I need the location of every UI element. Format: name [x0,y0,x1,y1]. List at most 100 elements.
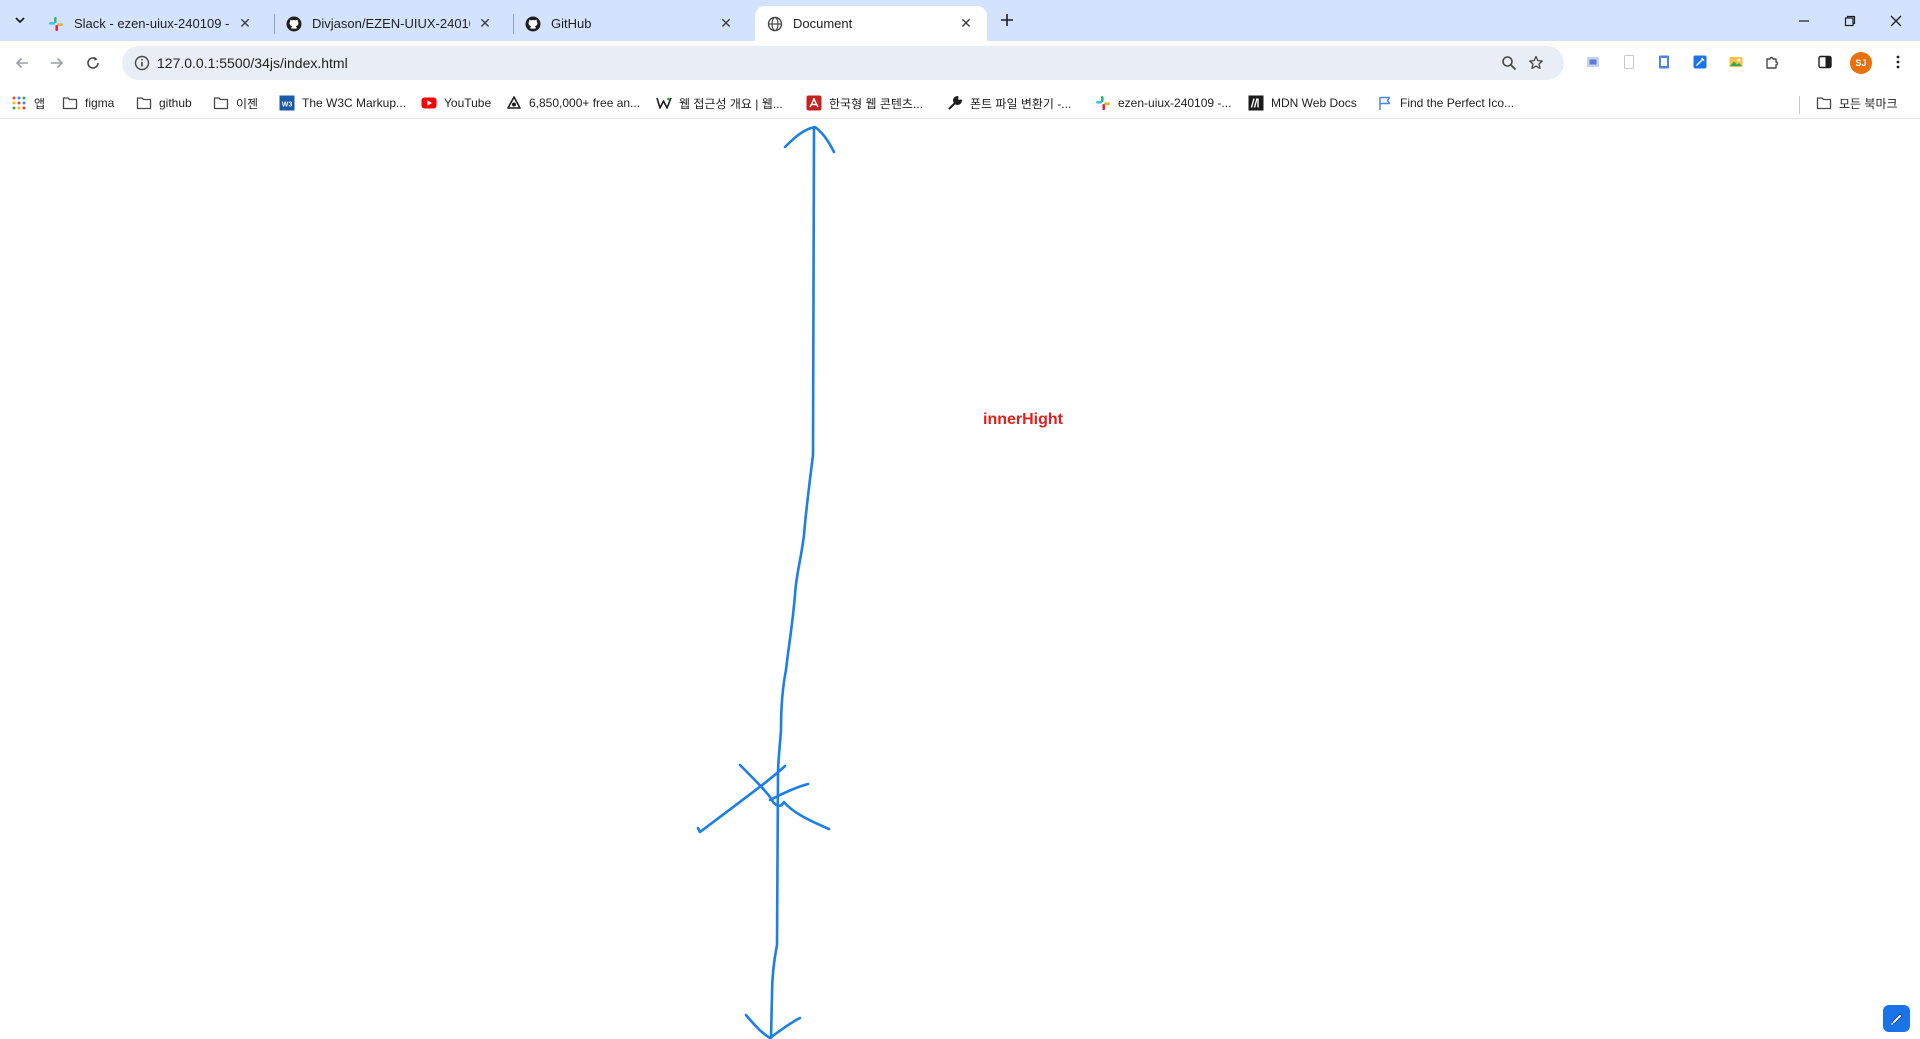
cross-mark-stroke-3 [768,782,810,802]
bookmark-label: The W3C Markup... [302,96,407,110]
vertical-line-lower [769,773,780,1039]
browser-toolbar: 127.0.0.1:5500/34js/index.html SJ [0,41,1920,86]
tab-title: Slack - ezen-uiux-240109 - Wi [74,16,230,31]
pen-icon [1890,1012,1903,1025]
top-arrowhead [783,125,836,154]
all-bookmarks-button[interactable]: 모든 북마크 [1816,92,1898,114]
bookmark-label: ezen-uiux-240109 -... [1118,96,1232,110]
search-icon [1502,56,1517,71]
bookmark-label: 앱 [34,96,46,111]
bookmark-label: figma [85,96,115,110]
tab-title: GitHub [551,16,592,31]
github-icon [525,16,541,32]
close-tab-icon[interactable]: ✕ [957,15,975,33]
minimize-button[interactable] [1781,0,1827,41]
tab-title: Document [793,16,853,31]
bookmark-label: 한국형 웹 콘텐츠... [829,96,923,111]
bookmark-free-icons[interactable]: 6,850,000+ free an... [506,92,640,114]
address-bar[interactable]: 127.0.0.1:5500/34js/index.html [122,46,1564,80]
arrow-right-icon [51,57,64,69]
bookmark-label: github [159,96,192,110]
cross-mark-stroke-1 [738,763,831,831]
extensions-puzzle-icon[interactable] [1762,52,1782,72]
bookmark-label: Find the Perfect Ico... [1400,96,1515,110]
extension-doc-icon[interactable] [1654,52,1674,72]
folder-icon [136,95,152,111]
bookmark-w3c[interactable]: W3 The W3C Markup... [279,92,406,114]
bookmark-label: MDN Web Docs [1271,96,1357,110]
forward-button[interactable] [45,51,69,75]
bookmarks-bar: 앱 figma github 이젠 W3 The W3C Markup... Y… [0,86,1920,119]
new-tab-button[interactable] [995,8,1019,32]
tab-github-repo[interactable]: Divjason/EZEN-UIUX-240109 ✕ [274,6,506,41]
ring-icon [506,95,522,111]
bookmark-label: 모든 북마크 [1839,96,1898,111]
close-tab-icon[interactable]: ✕ [476,15,494,33]
extension-colorpicker-icon[interactable] [1690,52,1710,72]
bookmark-label: 6,850,000+ free an... [529,96,641,110]
slack-icon [48,16,64,32]
bookmark-web-accessibility[interactable]: 웹 접근성 개요 | 웹... [656,92,783,114]
url-text[interactable]: 127.0.0.1:5500/34js/index.html [157,55,348,71]
bookmark-star-button[interactable] [1524,51,1548,75]
restore-icon [1844,15,1856,26]
tab-search-button[interactable] [8,8,32,32]
site-info-button[interactable] [130,51,154,75]
side-panel-icon[interactable] [1815,52,1835,72]
bookmark-label: 폰트 파일 변환기 -... [970,96,1072,111]
bookmark-folder-figma[interactable]: figma [62,92,114,114]
tab-strip: Slack - ezen-uiux-240109 - Wi ✕ Divjason… [0,0,1920,41]
wrench-icon [947,95,963,111]
pen-tool-button[interactable] [1883,1005,1910,1032]
extension-screen-icon[interactable] [1583,52,1603,72]
bookmark-slack-workspace[interactable]: ezen-uiux-240109 -... [1095,92,1231,114]
mdn-icon [1248,95,1264,111]
arrow-left-icon [15,57,28,69]
restore-button[interactable] [1827,0,1873,41]
bookmark-mdn[interactable]: MDN Web Docs [1248,92,1357,114]
tab-title: Divjason/EZEN-UIUX-240109 [312,16,470,31]
tab-document[interactable]: Document ✕ [755,6,987,41]
bookmark-korean-web-content[interactable]: 한국형 웹 콘텐츠... [806,92,923,114]
pen-annotation-drawing [696,125,836,1039]
close-window-button[interactable] [1873,0,1919,41]
apps-grid-icon [11,95,27,111]
close-icon [1890,15,1902,26]
bookmark-youtube[interactable]: YouTube [421,92,491,114]
extension-page-icon[interactable] [1619,52,1639,72]
back-button[interactable] [10,51,34,75]
reload-button[interactable] [81,51,105,75]
reload-icon [87,56,99,69]
folder-icon [62,95,78,111]
bookmark-label: 웹 접근성 개요 | 웹... [679,96,783,111]
folder-icon [213,95,229,111]
bookmark-folder-ezen[interactable]: 이젠 [213,92,258,114]
bookmark-folder-github[interactable]: github [136,92,192,114]
profile-avatar[interactable]: SJ [1850,52,1872,74]
w-icon [656,95,672,111]
tab-slack[interactable]: Slack - ezen-uiux-240109 - Wi ✕ [36,6,266,41]
youtube-icon [421,95,437,111]
info-icon [134,55,150,71]
folder-icon [1816,95,1832,111]
tab-github[interactable]: GitHub ✕ [513,6,747,41]
close-tab-icon[interactable]: ✕ [236,15,254,33]
bookmark-font-converter[interactable]: 폰트 파일 변환기 -... [947,92,1071,114]
bookmark-find-icons[interactable]: Find the Perfect Ico... [1377,92,1514,114]
menu-kebab-icon[interactable] [1888,52,1908,72]
star-icon [1529,55,1543,70]
bookmarks-divider [1799,96,1800,114]
svg-text:W3: W3 [282,102,293,109]
bottom-arrowhead [744,1013,802,1039]
extension-photo-icon[interactable] [1726,52,1746,72]
flag-icon [1377,95,1393,111]
bookmark-apps[interactable]: 앱 [11,92,45,114]
bookmark-label: YouTube [444,96,492,110]
vertical-line-upper [776,126,816,777]
close-tab-icon[interactable]: ✕ [717,15,735,33]
page-content: innerHight [0,120,1920,1039]
w3c-icon: W3 [279,95,295,111]
zoom-button[interactable] [1497,51,1521,75]
bookmark-label: 이젠 [236,96,259,111]
slack-icon [1095,95,1111,111]
